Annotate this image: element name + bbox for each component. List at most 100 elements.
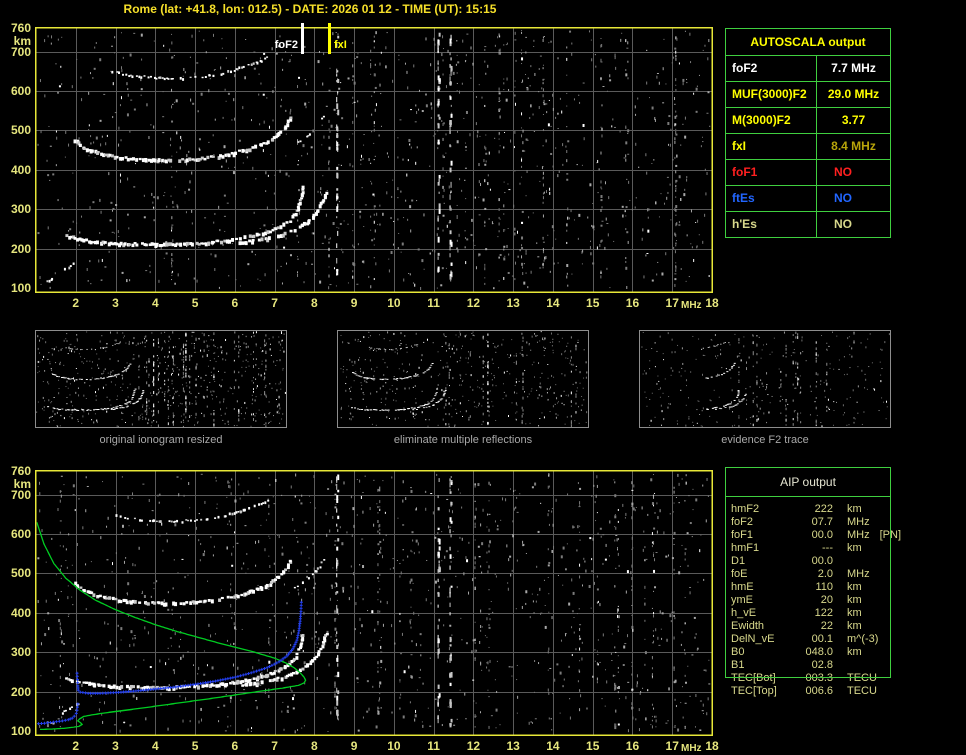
x-tick-14: 14 — [546, 296, 560, 310]
aip-param-label: hmF1 — [731, 542, 760, 554]
x-tick-5: 5 — [191, 739, 199, 753]
thumbnail-original-ionogram — [35, 330, 287, 428]
aip-param-value: 02.8 — [811, 659, 833, 671]
aip-param-label: DelN_vE — [731, 633, 775, 645]
aip-param-value: 006.6 — [805, 685, 833, 697]
x-tick-4: 4 — [151, 739, 159, 753]
aip-param-unit: MHz — [847, 529, 870, 541]
x-tick-2: 2 — [72, 296, 80, 310]
aip-param-value: 110 — [815, 581, 833, 593]
y-tick-400: 400 — [10, 605, 31, 620]
x-tick-8: 8 — [311, 296, 318, 310]
autoscala-screen: { "title": "Rome (lat: +41.8, lon: 012.5… — [0, 0, 966, 755]
x-tick-15: 15 — [586, 739, 600, 753]
autoscala-row-h'Es: h'Es NO — [726, 212, 890, 237]
x-tick-7: 7 — [271, 739, 278, 753]
aip-row-foF1: foF1 00.0 MHz [PN] — [731, 529, 901, 542]
x-tick-4: 4 — [151, 296, 159, 310]
autoscala-param-label: ftEs — [726, 186, 817, 211]
aip-row-hmE: hmE 110 km — [731, 581, 891, 594]
thumbnail-evidence-f2 — [639, 330, 891, 428]
aip-param-unit: TECU — [847, 685, 877, 697]
x-axis-unit-label: MHz — [681, 743, 702, 754]
x-tick-8: 8 — [311, 739, 318, 753]
aip-param-label: hmF2 — [731, 503, 760, 515]
autoscala-row-foF1: foF1 NO — [726, 160, 890, 186]
autoscala-param-label: foF2 — [726, 56, 817, 81]
aip-param-label: foF1 — [731, 529, 754, 541]
aip-param-label: hmE — [731, 581, 754, 593]
autoscala-param-value: NO — [834, 191, 852, 205]
x-tick-16: 16 — [625, 739, 640, 753]
x-tick-13: 13 — [506, 296, 520, 310]
aip-param-unit: km — [847, 542, 862, 554]
aip-param-unit: km — [847, 620, 862, 632]
fxI-marker-label: fxI — [334, 39, 347, 51]
y-tick-100: 100 — [10, 724, 31, 739]
thumbnail-eliminate-multiples — [337, 330, 589, 428]
autoscala-param-value: 7.7 MHz — [831, 61, 876, 75]
aip-row-hmF1: hmF1 --- km — [731, 542, 891, 555]
aip-table-header: AIP output — [726, 468, 890, 497]
autoscala-table-rows: foF2 7.7 MHz MUF(3000)F2 29.0 MHz M(3000)F2 3… — [726, 56, 890, 237]
x-tick-6: 6 — [231, 296, 239, 310]
autoscala-param-label: M(3000)F2 — [726, 108, 817, 133]
aip-row-TEC[Top]: TEC[Top] 006.6 TECU — [731, 685, 891, 698]
caption-evidence-f2: evidence F2 trace — [721, 434, 809, 446]
x-tick-10: 10 — [387, 739, 401, 753]
x-tick-9: 9 — [350, 739, 358, 753]
aip-param-unit: km — [847, 607, 862, 619]
aip-row-B1: B1 02.8 — [731, 659, 891, 672]
autoscala-param-label: h'Es — [726, 212, 817, 237]
autoscala-param-label: MUF(3000)F2 — [726, 82, 817, 107]
aip-row-h_vE: h_vE 122 km — [731, 607, 891, 620]
y-tick-300: 300 — [10, 645, 31, 660]
aip-param-value: 2.0 — [817, 568, 833, 580]
x-tick-11: 11 — [427, 739, 440, 753]
aip-param-value: 20 — [820, 594, 833, 606]
aip-row-DelN_vE: DelN_vE 00.1 m^(-3) — [731, 633, 891, 646]
y-tick-760: 760 — [10, 21, 31, 35]
aip-param-label: h_vE — [731, 607, 757, 619]
aip-param-label: foF2 — [731, 516, 754, 528]
bottom-ionogram-canvas — [35, 470, 713, 736]
y-tick-700: 700 — [10, 487, 31, 502]
x-tick-9: 9 — [350, 296, 358, 310]
aip-param-unit: TECU — [847, 672, 877, 684]
aip-row-D1: D1 00.0 — [731, 555, 891, 568]
aip-row-foF2: foF2 07.7 MHz — [731, 516, 891, 529]
autoscala-output-table: AUTOSCALA output foF2 7.7 MHz MUF(3000)F2 2… — [725, 28, 891, 238]
x-tick-10: 10 — [387, 296, 401, 310]
y-tick-400: 400 — [10, 162, 31, 177]
aip-param-value: 003.3 — [805, 672, 833, 684]
aip-param-label: Ewidth — [731, 620, 765, 632]
aip-param-value: 122 — [814, 607, 833, 619]
y-tick-600: 600 — [10, 84, 31, 99]
x-axis-unit-label: MHz — [681, 300, 702, 311]
autoscala-row-MUF(3000)F2: MUF(3000)F2 29.0 MHz — [726, 82, 890, 108]
aip-param-label: TEC[Bot] — [731, 672, 776, 684]
autoscala-param-value: 29.0 MHz — [827, 87, 880, 101]
y-tick-600: 600 — [10, 527, 31, 542]
x-tick-2: 2 — [72, 739, 80, 753]
x-tick-18: 18 — [705, 739, 719, 753]
aip-param-unit: MHz — [847, 568, 870, 580]
aip-row-hmF2: hmF2 222 km — [731, 503, 891, 516]
autoscala-param-label: foF1 — [726, 160, 817, 185]
x-tick-5: 5 — [191, 296, 199, 310]
aip-param-unit: km — [847, 581, 862, 593]
aip-param-unit: km — [847, 594, 862, 606]
foF2-marker-label: foF2 — [274, 39, 298, 51]
aip-param-unit: km — [847, 503, 862, 515]
y-tick-300: 300 — [10, 202, 31, 217]
aip-row-foE: foE 2.0 MHz — [731, 568, 891, 581]
station-title: Rome (lat: +41.8, lon: 012.5) - DATE: 20… — [123, 2, 497, 16]
foF2-marker-line — [301, 23, 304, 54]
aip-row-TEC[Bot]: TEC[Bot] 003.3 TECU — [731, 672, 891, 685]
x-tick-11: 11 — [427, 296, 440, 310]
autoscala-param-value: NO — [834, 217, 852, 231]
aip-param-value: 07.7 — [811, 516, 833, 528]
aip-param-value: 222 — [814, 503, 833, 515]
autoscala-param-value: 3.77 — [841, 113, 866, 127]
aip-param-label: foE — [731, 568, 748, 580]
